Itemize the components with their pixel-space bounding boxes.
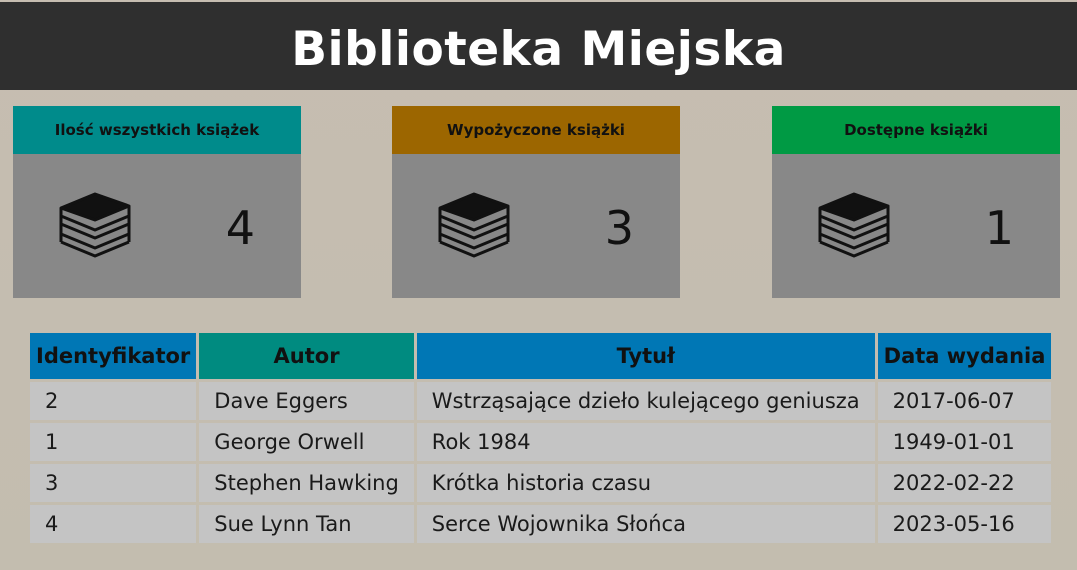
card-header: Wypożyczone książki — [392, 106, 680, 154]
cell-release-date: 2023-05-16 — [877, 505, 1052, 543]
cell-author: George Orwell — [199, 423, 414, 461]
cell-release-date: 2022-02-22 — [877, 464, 1052, 502]
table-row: 3 Stephen Hawking Krótka historia czasu … — [30, 464, 1052, 502]
books-icon — [59, 192, 131, 258]
cell-release-date: 2017-06-07 — [877, 382, 1052, 420]
cell-title: Rok 1984 — [416, 423, 875, 461]
card-label: Wypożyczone książki — [447, 121, 625, 139]
card-header: Ilość wszystkich książek — [13, 106, 301, 154]
column-header-id: Identyfikator — [30, 333, 197, 379]
books-icon — [438, 192, 510, 258]
cell-author: Stephen Hawking — [199, 464, 414, 502]
books-icon — [818, 192, 890, 258]
card-label: Ilość wszystkich książek — [54, 121, 260, 139]
column-header-author: Autor — [199, 333, 414, 379]
page-title: Biblioteka Miejska — [291, 21, 786, 77]
card-value: 3 — [604, 201, 634, 255]
card-total-books: Ilość wszystkich książek 4 — [13, 106, 301, 298]
cell-id: 3 — [30, 464, 197, 502]
books-table-container: Identyfikator Autor Tytuł Data wydania 2… — [30, 333, 1052, 543]
card-value: 4 — [225, 201, 255, 255]
cell-author: Dave Eggers — [199, 382, 414, 420]
card-header: Dostępne książki — [772, 106, 1060, 154]
card-body: 1 — [772, 154, 1060, 298]
cell-id: 2 — [30, 382, 197, 420]
table-header-row: Identyfikator Autor Tytuł Data wydania — [30, 333, 1052, 379]
column-header-title: Tytuł — [416, 333, 875, 379]
card-borrowed-books: Wypożyczone książki 3 — [392, 106, 680, 298]
column-header-release-date: Data wydania — [877, 333, 1052, 379]
card-body: 4 — [13, 154, 301, 298]
card-value: 1 — [984, 201, 1014, 255]
cell-release-date: 1949-01-01 — [877, 423, 1052, 461]
card-label: Dostępne książki — [844, 121, 988, 139]
page-header: Biblioteka Miejska — [0, 2, 1077, 90]
cell-title: Krótka historia czasu — [416, 464, 875, 502]
table-row: 1 George Orwell Rok 1984 1949-01-01 — [30, 423, 1052, 461]
table-row: 4 Sue Lynn Tan Serce Wojownika Słońca 20… — [30, 505, 1052, 543]
cell-title: Serce Wojownika Słońca — [416, 505, 875, 543]
card-body: 3 — [392, 154, 680, 298]
card-available-books: Dostępne książki 1 — [772, 106, 1060, 298]
cell-author: Sue Lynn Tan — [199, 505, 414, 543]
table-row: 2 Dave Eggers Wstrząsające dzieło kuleją… — [30, 382, 1052, 420]
cell-id: 1 — [30, 423, 197, 461]
books-table: Identyfikator Autor Tytuł Data wydania 2… — [27, 330, 1054, 546]
cell-title: Wstrząsające dzieło kulejącego geniusza — [416, 382, 875, 420]
cell-id: 4 — [30, 505, 197, 543]
